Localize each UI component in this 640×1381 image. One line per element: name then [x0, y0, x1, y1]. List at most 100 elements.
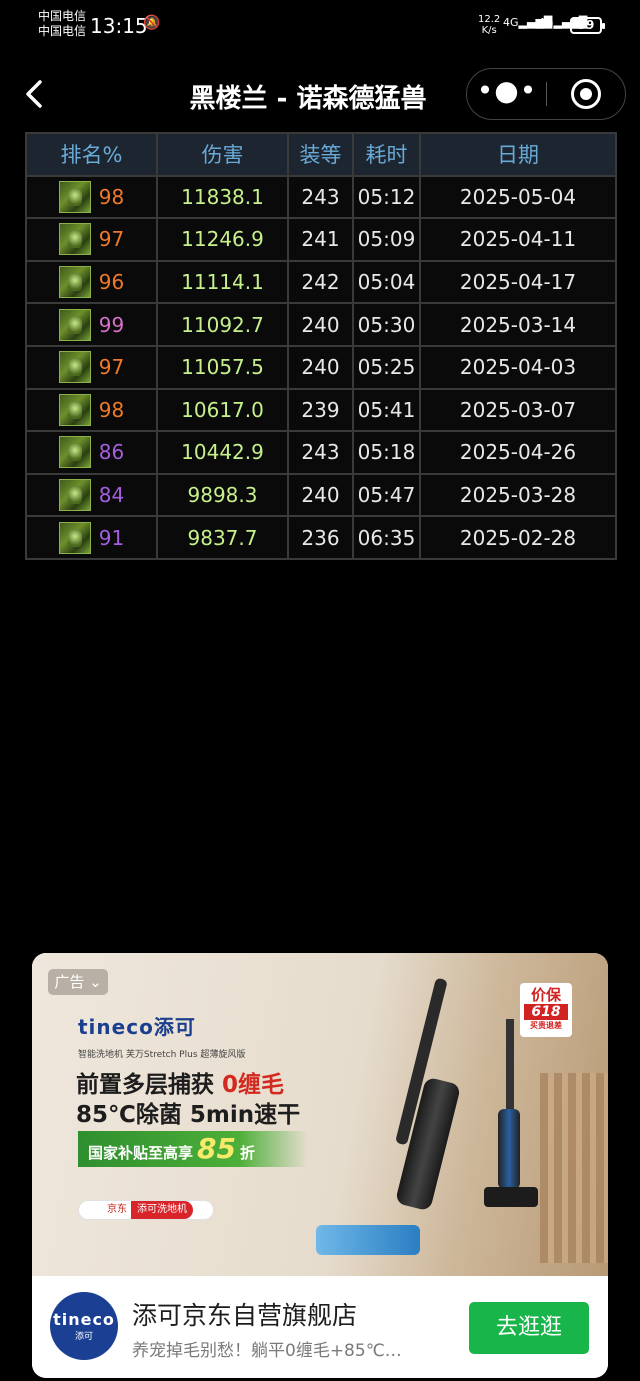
damage-cell: 10617.0	[156, 387, 289, 433]
store-logo-sub: 添可	[74, 1332, 93, 1342]
price-protect-badge: 价保 618 买贵退差	[520, 983, 572, 1037]
rank-percent: 97	[98, 227, 125, 252]
rank-cell-content: 86	[27, 436, 156, 469]
spec-icon	[58, 223, 91, 256]
jd-search-bar: 京东 添可洗地机	[78, 1200, 214, 1220]
mute-bell-icon: 🔕	[143, 15, 161, 31]
table-row[interactable]: 98 11838.1 243 05:12 2025-05-04	[25, 174, 617, 220]
date-cell: 2025-03-28	[419, 472, 617, 518]
vacuum-dock-image	[484, 1019, 538, 1209]
table-row[interactable]: 91 9837.7 236 06:35 2025-02-28	[25, 515, 617, 560]
product-subline: 智能洗地机 芙万Stretch Plus 超薄旋风版	[78, 1050, 246, 1060]
duration-cell: 05:47	[352, 472, 421, 518]
dock-base	[484, 1187, 538, 1207]
header-item-level[interactable]: 装等	[287, 132, 354, 177]
rank-cell-content: 99	[27, 308, 156, 341]
date-cell: 2025-05-04	[419, 174, 617, 220]
ad-footer[interactable]: tineco 添可 添可京东自营旗舰店 养宠掉毛别愁！躺平0缠毛+85℃… 去逛…	[32, 1276, 608, 1378]
rank-cell-content: 97	[27, 223, 156, 256]
rank-percent: 86	[98, 440, 125, 465]
spec-icon	[58, 351, 91, 384]
rank-cell: 84	[25, 472, 158, 518]
duration-cell: 05:12	[352, 174, 421, 220]
dock-vacuum-body	[498, 1109, 520, 1189]
clock: 13:15	[90, 14, 148, 38]
network-speed: 12.2 K/s	[478, 14, 500, 36]
rank-cell: 97	[25, 217, 158, 262]
duration-cell: 06:35	[352, 515, 421, 560]
advertisement-card[interactable]: 广告 ⌄ tineco添可 智能洗地机 芙万Stretch Plus 超薄旋风版…	[32, 953, 608, 1378]
vacuum-brush-head	[316, 1225, 420, 1255]
item-level-cell: 240	[287, 302, 354, 347]
rank-cell: 91	[25, 515, 158, 560]
damage-cell: 11838.1	[156, 174, 289, 220]
spec-icon	[58, 266, 91, 299]
store-logo-text: tineco	[53, 1310, 115, 1329]
table-row[interactable]: 97 11057.5 240 05:25 2025-04-03	[25, 344, 617, 390]
table-row[interactable]: 96 11114.1 242 05:04 2025-04-17	[25, 259, 617, 305]
status-bar: 中国电信 中国电信 13:15 🔕 12.2 K/s 4G▂▄▆█ 4G▂▄▆█…	[0, 0, 640, 52]
ad-headline-2: 85℃除菌 5min速干	[76, 1102, 301, 1128]
brand-logo: tineco添可	[78, 1015, 196, 1039]
duration-cell: 05:09	[352, 217, 421, 262]
duration-cell: 05:18	[352, 430, 421, 475]
rank-percent: 98	[98, 397, 125, 422]
jd-tag: 添可洗地机	[131, 1201, 193, 1219]
visit-store-button[interactable]: 去逛逛	[469, 1302, 589, 1354]
rank-percent: 98	[98, 184, 125, 209]
date-cell: 2025-03-14	[419, 302, 617, 347]
spec-icon	[58, 393, 91, 426]
header-damage[interactable]: 伤害	[156, 132, 289, 177]
item-level-cell: 236	[287, 515, 354, 560]
damage-cell: 9898.3	[156, 472, 289, 518]
rank-cell-content: 96	[27, 266, 156, 299]
miniprogram-close-icon[interactable]	[571, 79, 601, 109]
date-cell: 2025-04-11	[419, 217, 617, 262]
miniprogram-capsule: •●•	[466, 68, 626, 120]
signal-label-1: 4G	[503, 16, 519, 29]
ad-banner-image[interactable]: 广告 ⌄ tineco添可 智能洗地机 芙万Stretch Plus 超薄旋风版…	[32, 953, 608, 1276]
duration-cell: 05:41	[352, 387, 421, 433]
header-duration[interactable]: 耗时	[352, 132, 421, 177]
spec-icon	[58, 308, 91, 341]
carrier-1: 中国电信	[38, 9, 87, 23]
item-level-cell: 242	[287, 259, 354, 305]
vacuum-product-image	[316, 977, 476, 1259]
subsidy-number: 85	[197, 1132, 236, 1165]
carrier-2: 中国电信	[38, 24, 87, 38]
header-rank[interactable]: 排名%	[25, 132, 158, 177]
item-level-cell: 241	[287, 217, 354, 262]
rank-percent: 96	[98, 270, 125, 295]
store-name[interactable]: 添可京东自营旗舰店	[132, 1296, 357, 1332]
rank-cell: 96	[25, 259, 158, 305]
table-row[interactable]: 86 10442.9 243 05:18 2025-04-26	[25, 430, 617, 475]
date-cell: 2025-02-28	[419, 515, 617, 560]
damage-cell: 11092.7	[156, 302, 289, 347]
wood-slat-decoration	[540, 1073, 608, 1263]
jd-label: 京东	[107, 1204, 127, 1215]
table-row[interactable]: 84 9898.3 240 05:47 2025-03-28	[25, 472, 617, 518]
rank-cell-content: 98	[27, 393, 156, 426]
rank-cell-content: 98	[27, 180, 156, 213]
more-dots-icon[interactable]: •●•	[467, 69, 547, 119]
ad-label[interactable]: 广告 ⌄	[48, 969, 108, 995]
item-level-cell: 239	[287, 387, 354, 433]
subsidy-text: 国家补贴至高享	[88, 1144, 194, 1162]
damage-cell: 9837.7	[156, 515, 289, 560]
rank-percent: 91	[98, 525, 125, 550]
store-logo[interactable]: tineco 添可	[50, 1292, 118, 1360]
table-row[interactable]: 97 11246.9 241 05:09 2025-04-11	[25, 217, 617, 262]
date-cell: 2025-04-03	[419, 344, 617, 390]
rank-cell: 99	[25, 302, 158, 347]
ad-headline-1: 前置多层捕获 0缠毛	[76, 1065, 284, 1099]
table-row[interactable]: 98 10617.0 239 05:41 2025-03-07	[25, 387, 617, 433]
rank-percent: 99	[98, 312, 125, 337]
rank-percent: 97	[98, 355, 125, 380]
damage-cell: 11246.9	[156, 217, 289, 262]
header-date[interactable]: 日期	[419, 132, 617, 177]
rank-cell: 98	[25, 174, 158, 220]
table-row[interactable]: 99 11092.7 240 05:30 2025-03-14	[25, 302, 617, 347]
badge-sub: 买贵退差	[530, 1021, 562, 1030]
spec-icon	[58, 436, 91, 469]
rank-cell: 97	[25, 344, 158, 390]
